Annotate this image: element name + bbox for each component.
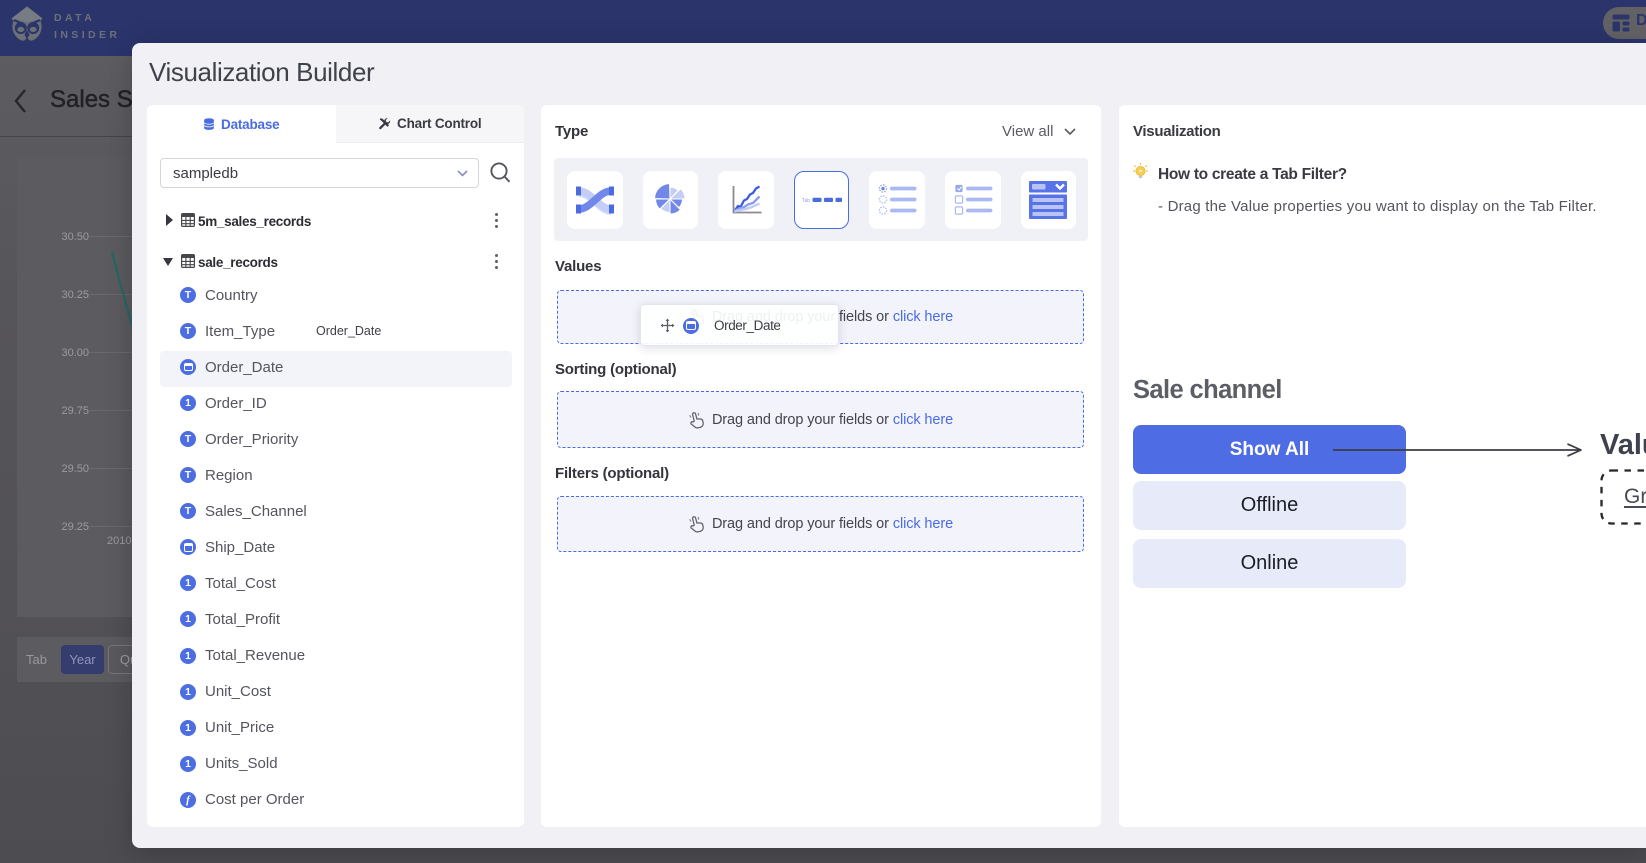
svg-text:Tab: Tab: [802, 198, 810, 204]
